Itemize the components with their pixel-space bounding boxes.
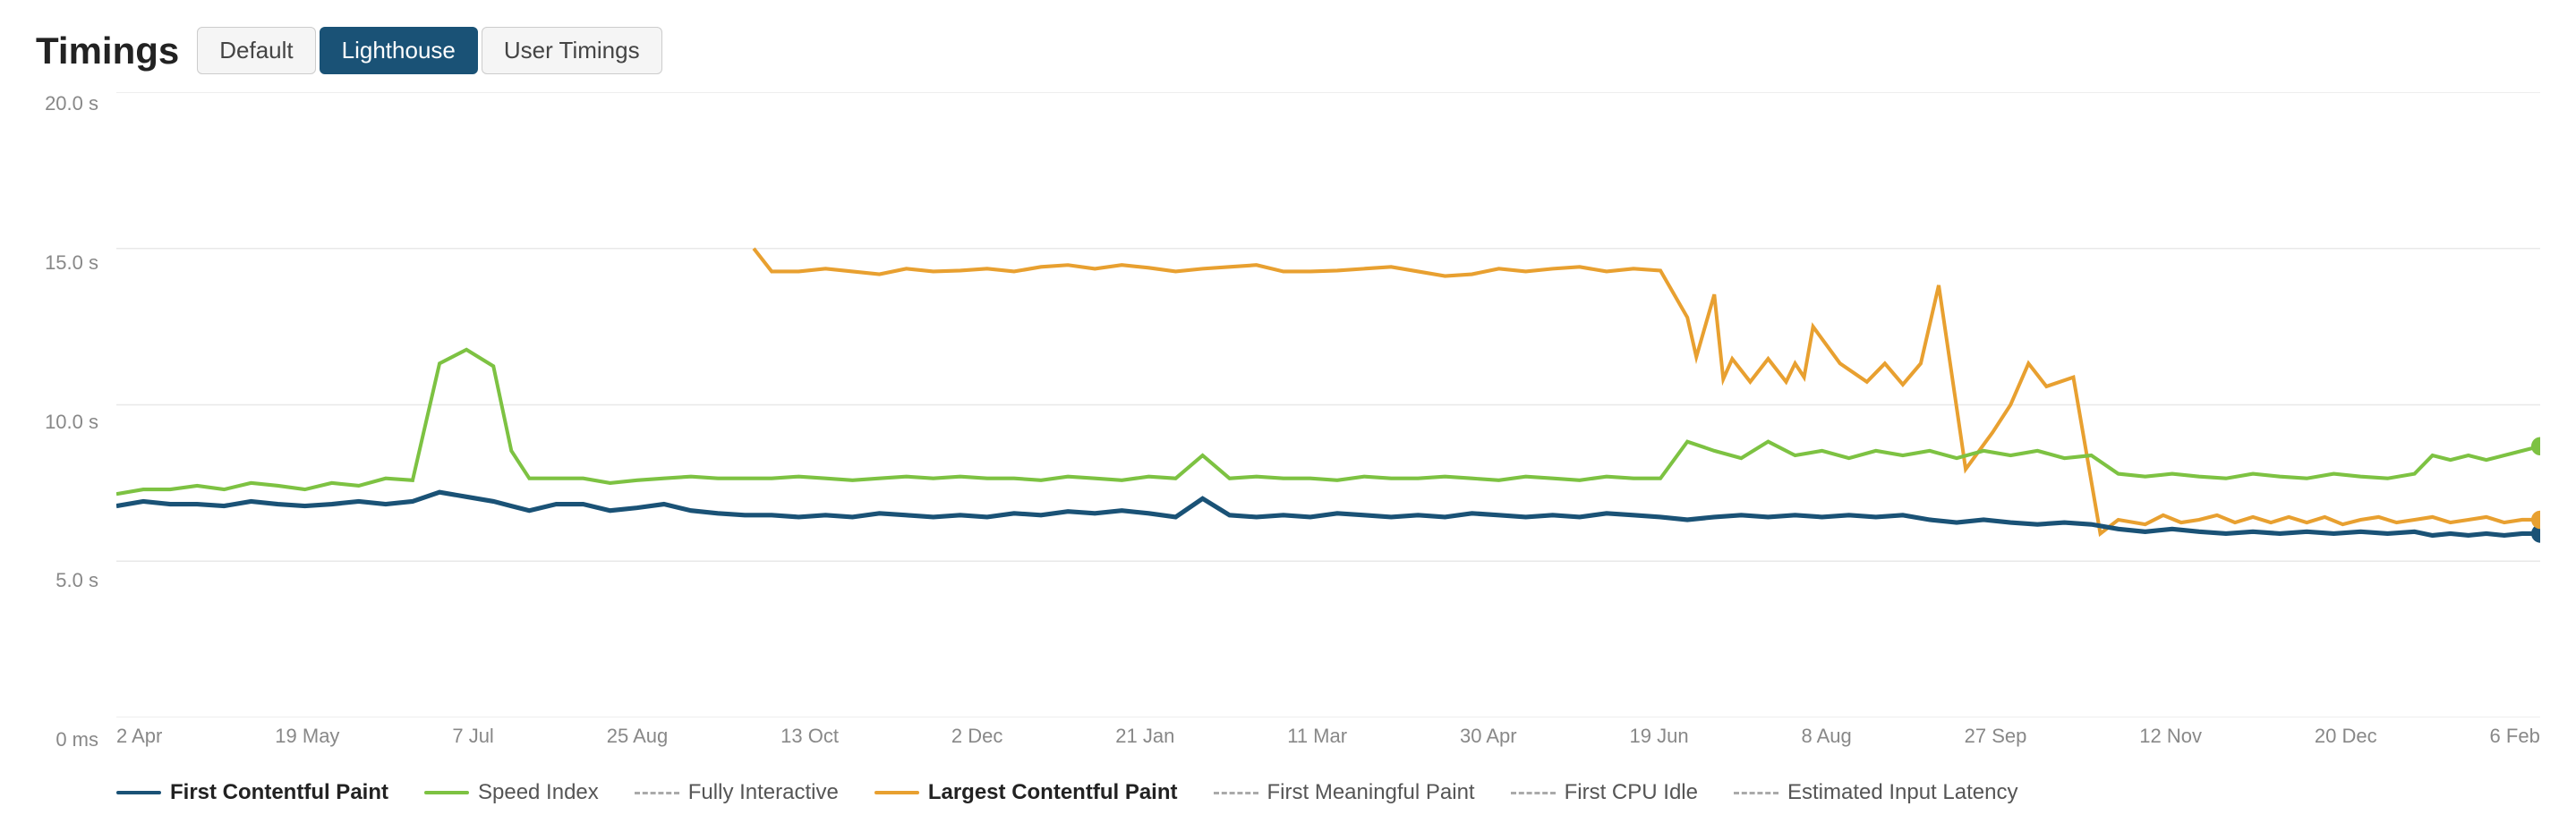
legend-line-lcp [874,791,919,794]
x-label-7: 11 Mar [1287,725,1347,762]
legend-label-si: Speed Index [478,780,599,805]
legend-line-eil [1734,792,1778,794]
x-label-11: 27 Sep [1965,725,2027,762]
legend: First Contentful Paint Speed Index Fully… [116,762,2540,805]
chart-svg-container [116,92,2540,717]
legend-item-fcp: First Contentful Paint [116,780,388,805]
y-axis: 20.0 s 15.0 s 10.0 s 5.0 s 0 ms [36,92,107,751]
y-label-1: 15.0 s [45,251,98,275]
y-label-2: 10.0 s [45,411,98,434]
legend-item-lcp: Largest Contentful Paint [874,780,1178,805]
legend-label-fmp: First Meaningful Paint [1267,780,1475,805]
y-label-3: 5.0 s [55,569,98,592]
legend-item-si: Speed Index [424,780,599,805]
y-label-0: 20.0 s [45,92,98,115]
legend-label-fci: First CPU Idle [1565,780,1698,805]
legend-label-eil: Estimated Input Latency [1787,780,2017,805]
legend-item-fmp: First Meaningful Paint [1214,780,1475,805]
x-label-9: 19 Jun [1630,725,1689,762]
x-label-1: 19 May [275,725,339,762]
x-axis: 2 Apr 19 May 7 Jul 25 Aug 13 Oct 2 Dec 2… [116,717,2540,762]
x-label-10: 8 Aug [1801,725,1851,762]
chart-svg [116,92,2540,717]
legend-line-fcp [116,791,161,794]
y-label-4: 0 ms [55,728,98,751]
legend-label-lcp: Largest Contentful Paint [928,780,1178,805]
si-dot [2531,437,2540,455]
header: Timings Default Lighthouse User Timings [36,27,2540,74]
legend-item-fci: First CPU Idle [1511,780,1698,805]
chart-area: 20.0 s 15.0 s 10.0 s 5.0 s 0 ms [36,92,2540,805]
x-label-0: 2 Apr [116,725,162,762]
tab-group: Default Lighthouse User Timings [197,27,661,74]
legend-line-si [424,791,469,794]
tab-user-timings[interactable]: User Timings [482,27,662,74]
tab-default[interactable]: Default [197,27,315,74]
x-label-12: 12 Nov [2139,725,2202,762]
x-label-4: 13 Oct [780,725,839,762]
x-label-6: 21 Jan [1115,725,1174,762]
tab-lighthouse[interactable]: Lighthouse [320,27,478,74]
x-label-13: 20 Dec [2315,725,2377,762]
legend-label-fcp: First Contentful Paint [170,780,388,805]
x-label-5: 2 Dec [951,725,1002,762]
x-label-2: 7 Jul [452,725,493,762]
page-title: Timings [36,30,179,72]
legend-line-fmp [1214,792,1258,794]
x-label-3: 25 Aug [607,725,669,762]
legend-line-fi [635,792,679,794]
x-label-8: 30 Apr [1460,725,1517,762]
main-container: Timings Default Lighthouse User Timings … [0,0,2576,832]
x-label-14: 6 Feb [2490,725,2540,762]
lcp-dot [2531,511,2540,530]
legend-item-fi: Fully Interactive [635,780,839,805]
legend-item-eil: Estimated Input Latency [1734,780,2017,805]
legend-line-fci [1511,792,1556,794]
legend-label-fi: Fully Interactive [688,780,839,805]
chart-inner: 2 Apr 19 May 7 Jul 25 Aug 13 Oct 2 Dec 2… [116,92,2540,805]
